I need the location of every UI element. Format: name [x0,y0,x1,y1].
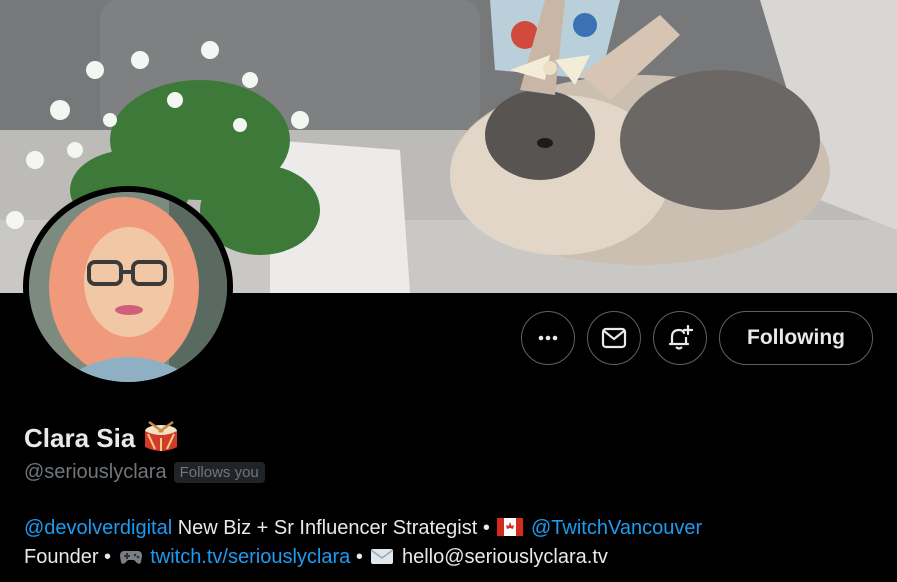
more-horizontal-icon [538,335,558,341]
user-handle: @seriouslyclara [24,461,167,483]
display-name-row: Clara Sia [24,420,179,456]
profile-avatar[interactable] [23,186,233,388]
bio-email: hello@seriouslyclara.tv [401,546,608,568]
profile-bio: @devolverdigital New Biz + Sr Influencer… [24,514,884,572]
bio-line-2: Founder • twitch.tv/seriouslyclara • hel… [24,543,884,572]
display-name: Clara Sia [24,422,136,453]
following-button[interactable]: Following [719,311,873,365]
bio-separator: • [355,546,363,568]
twitch-link[interactable]: twitch.tv/seriouslyclara [150,546,350,568]
envelope-emoji-icon [370,549,394,564]
message-button[interactable] [587,311,641,365]
bio-line-1: @devolverdigital New Biz + Sr Influencer… [24,514,884,543]
notifications-button[interactable] [653,311,707,365]
bell-plus-icon [668,325,693,350]
mention-devolverdigital[interactable]: @devolverdigital [24,517,172,539]
bio-founder-text: Founder • [24,546,112,568]
handle-row: @seriouslyclara Follows you [24,461,265,484]
mention-twitchvancouver[interactable]: @TwitchVancouver [531,517,702,539]
envelope-icon [601,327,627,349]
canada-flag-icon [497,518,524,536]
gamepad-icon [119,551,142,564]
avatar-image [29,192,227,382]
follows-you-badge: Follows you [173,462,265,483]
drum-icon [145,420,178,451]
bio-text: New Biz + Sr Influencer Strategist • [177,517,490,539]
more-button[interactable] [521,311,575,365]
